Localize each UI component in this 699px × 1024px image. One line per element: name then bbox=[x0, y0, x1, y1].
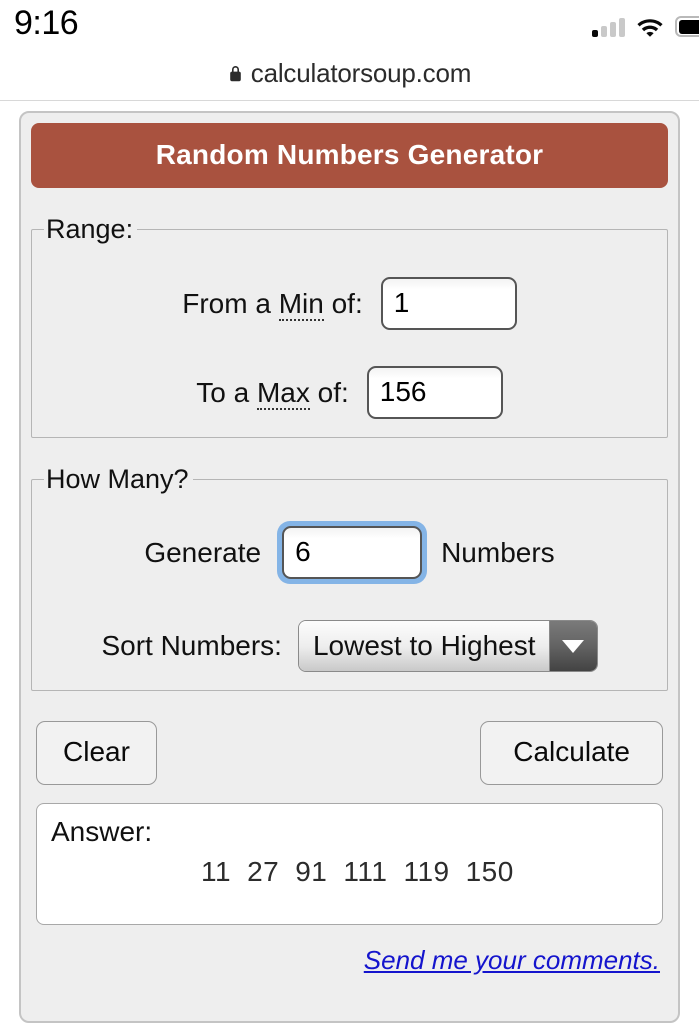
clear-button[interactable]: Clear bbox=[36, 721, 157, 785]
url-text: calculatorsoup.com bbox=[250, 57, 472, 88]
sort-select-value: Lowest to Highest bbox=[298, 621, 549, 671]
page-content: Random Numbers Generator Range: From a M… bbox=[0, 101, 699, 1023]
max-field-row: To a Max of: bbox=[44, 366, 655, 419]
answer-value: 27 bbox=[247, 856, 280, 887]
max-label: To a Max of: bbox=[196, 376, 349, 410]
page-title: Random Numbers Generator bbox=[31, 123, 668, 188]
signal-bars-icon bbox=[592, 17, 625, 37]
calculate-button[interactable]: Calculate bbox=[480, 721, 663, 785]
generate-field-row: Generate Numbers bbox=[44, 521, 655, 584]
min-label: From a Min of: bbox=[182, 287, 363, 321]
min-field-row: From a Min of: bbox=[44, 277, 655, 330]
sort-field-row: Sort Numbers: Lowest to Highest bbox=[44, 620, 655, 672]
calculator-panel: Random Numbers Generator Range: From a M… bbox=[19, 111, 680, 1023]
generate-input-focus-ring bbox=[277, 521, 428, 584]
range-legend: Range: bbox=[46, 214, 134, 244]
chevron-down-icon[interactable] bbox=[548, 621, 597, 671]
action-buttons: Clear Calculate bbox=[31, 721, 668, 785]
generate-input[interactable] bbox=[282, 526, 423, 579]
status-bar-icons bbox=[592, 9, 699, 37]
max-abbr: Max bbox=[256, 376, 310, 410]
how-many-legend: How Many? bbox=[46, 464, 189, 494]
browser-url-bar[interactable]: calculatorsoup.com bbox=[0, 46, 699, 101]
range-fieldset: Range: From a Min of: To a Max of: bbox=[31, 214, 668, 438]
sort-label: Sort Numbers: bbox=[101, 630, 282, 661]
answer-value: 150 bbox=[465, 856, 514, 887]
answer-value: 111 bbox=[343, 856, 388, 887]
answer-box: Answer: 11 27 91 111 119 150 bbox=[36, 803, 663, 925]
lock-icon bbox=[228, 64, 243, 83]
answer-label: Answer: bbox=[51, 816, 153, 847]
answer-value: 119 bbox=[403, 856, 450, 887]
send-comments-link[interactable]: Send me your comments. bbox=[364, 945, 660, 975]
answer-values: 11 27 91 111 119 150 bbox=[51, 856, 662, 888]
wifi-icon bbox=[636, 16, 664, 37]
min-abbr: Min bbox=[278, 287, 324, 321]
sort-select[interactable]: Lowest to Highest bbox=[297, 620, 598, 672]
how-many-fieldset: How Many? Generate Numbers Sort Numbers:… bbox=[31, 464, 668, 691]
generate-label: Generate bbox=[144, 536, 262, 568]
battery-icon bbox=[675, 16, 699, 37]
answer-value: 91 bbox=[295, 856, 328, 887]
comments-row: Send me your comments. bbox=[31, 925, 668, 976]
max-input[interactable] bbox=[366, 366, 503, 419]
status-bar-time: 9:16 bbox=[14, 4, 79, 42]
status-bar: 9:16 bbox=[0, 0, 699, 46]
numbers-label: Numbers bbox=[441, 536, 555, 568]
min-input[interactable] bbox=[380, 277, 517, 330]
answer-value: 11 bbox=[201, 856, 232, 887]
